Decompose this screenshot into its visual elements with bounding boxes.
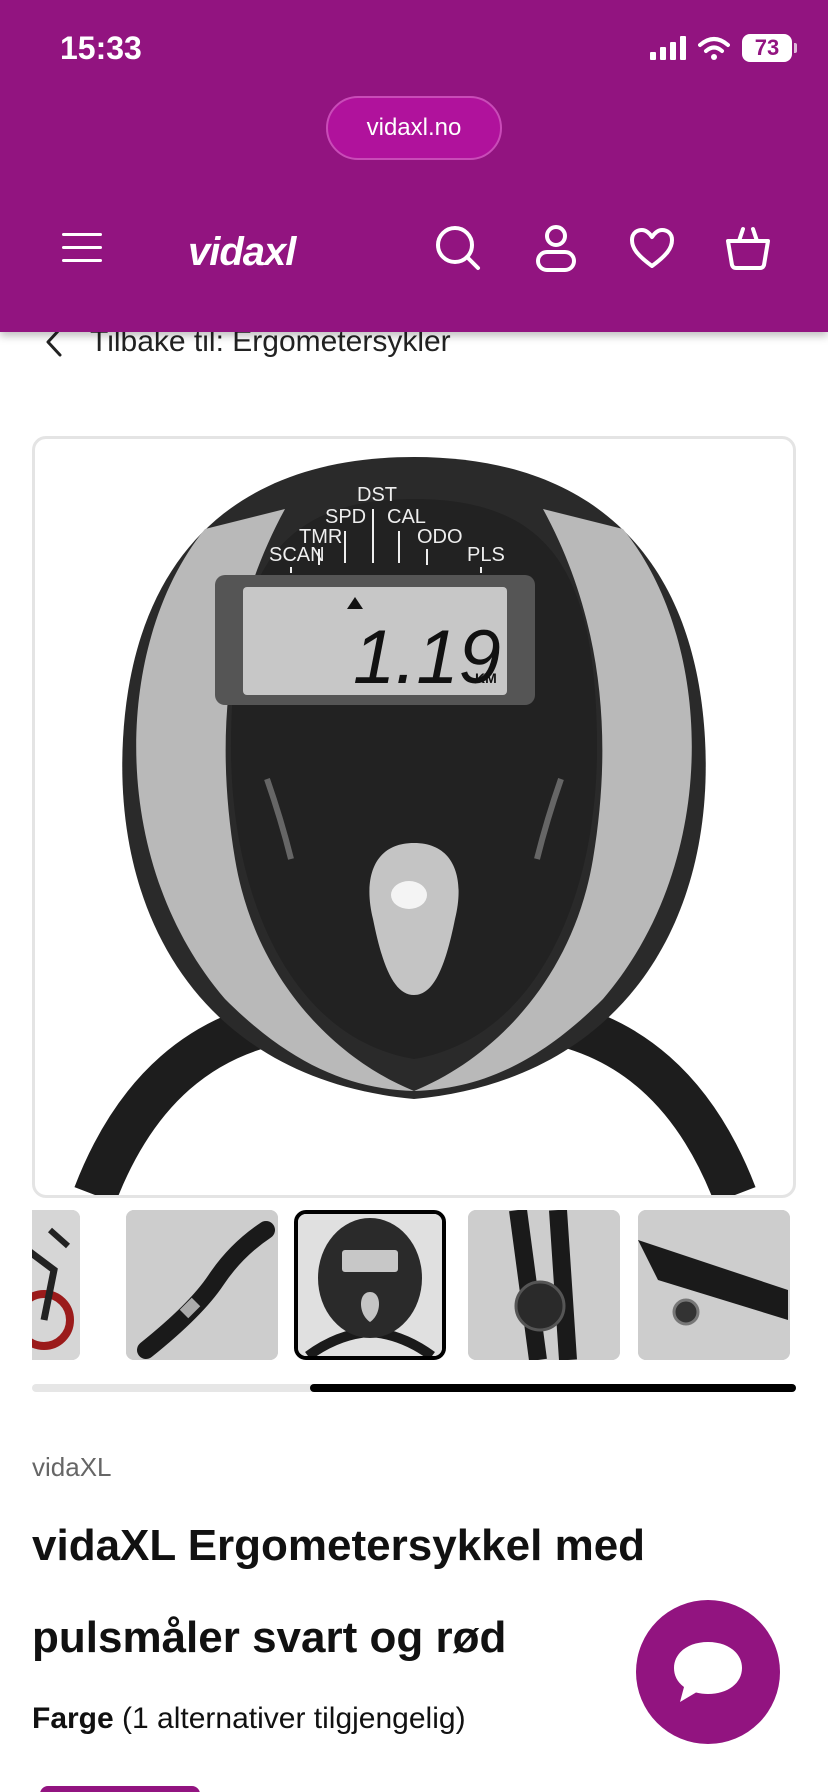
menu-icon[interactable]	[56, 222, 108, 274]
site-logo[interactable]: vidaxl	[188, 222, 296, 282]
color-alternatives: (1 alternativer tilgjengelig)	[122, 1702, 466, 1735]
wifi-icon	[698, 37, 730, 60]
display-label-spd: SPD	[325, 506, 366, 528]
thumbnail-4[interactable]	[468, 1210, 620, 1360]
status-time: 15:33	[60, 30, 142, 66]
product-brand[interactable]: vidaXL	[32, 1452, 112, 1483]
battery-indicator: 73	[742, 34, 797, 62]
site-header: 15:33 73 vidaxl.no vidaxl	[0, 0, 828, 332]
logo-text: vidaxl	[188, 229, 296, 274]
signal-icon	[650, 36, 686, 60]
chat-icon	[674, 1642, 742, 1702]
display-label-cal: CAL	[387, 506, 426, 528]
display-label-scan: SCAN	[269, 544, 325, 566]
search-icon[interactable]	[432, 222, 484, 274]
swatch-button-peek[interactable]	[40, 1786, 200, 1792]
display-label-dst: DST	[357, 484, 397, 506]
cart-icon[interactable]	[722, 222, 774, 274]
heart-icon[interactable]	[626, 222, 678, 274]
thumbnail-5[interactable]	[638, 1210, 790, 1360]
display-unit: KM	[475, 670, 497, 686]
color-label: Farge	[32, 1702, 114, 1735]
display-label-odo: ODO	[417, 526, 463, 548]
url-bar[interactable]: vidaxl.no	[326, 96, 502, 160]
status-indicators: 73	[650, 34, 797, 62]
thumbnail-strip[interactable]	[32, 1206, 796, 1362]
product-title: vidaXL Ergometersykkel med pulsmåler sva…	[32, 1521, 646, 1662]
chat-button[interactable]	[636, 1600, 780, 1744]
thumbnail-2[interactable]	[126, 1210, 278, 1360]
display-reading: 1.19	[353, 615, 501, 700]
account-icon[interactable]	[530, 222, 582, 274]
color-option-row: Farge (1 alternativer tilgjengelig)	[32, 1702, 466, 1736]
product-main-image[interactable]: DST SPD CAL TMR ODO SCAN PLS 1.19 KM	[32, 436, 796, 1198]
thumbnail-3[interactable]	[294, 1210, 446, 1360]
scrollbar-thumb[interactable]	[310, 1384, 796, 1392]
display-label-pls: PLS	[467, 544, 505, 566]
thumbnail-1[interactable]	[32, 1210, 80, 1360]
thumbnail-scrollbar[interactable]	[32, 1384, 796, 1392]
